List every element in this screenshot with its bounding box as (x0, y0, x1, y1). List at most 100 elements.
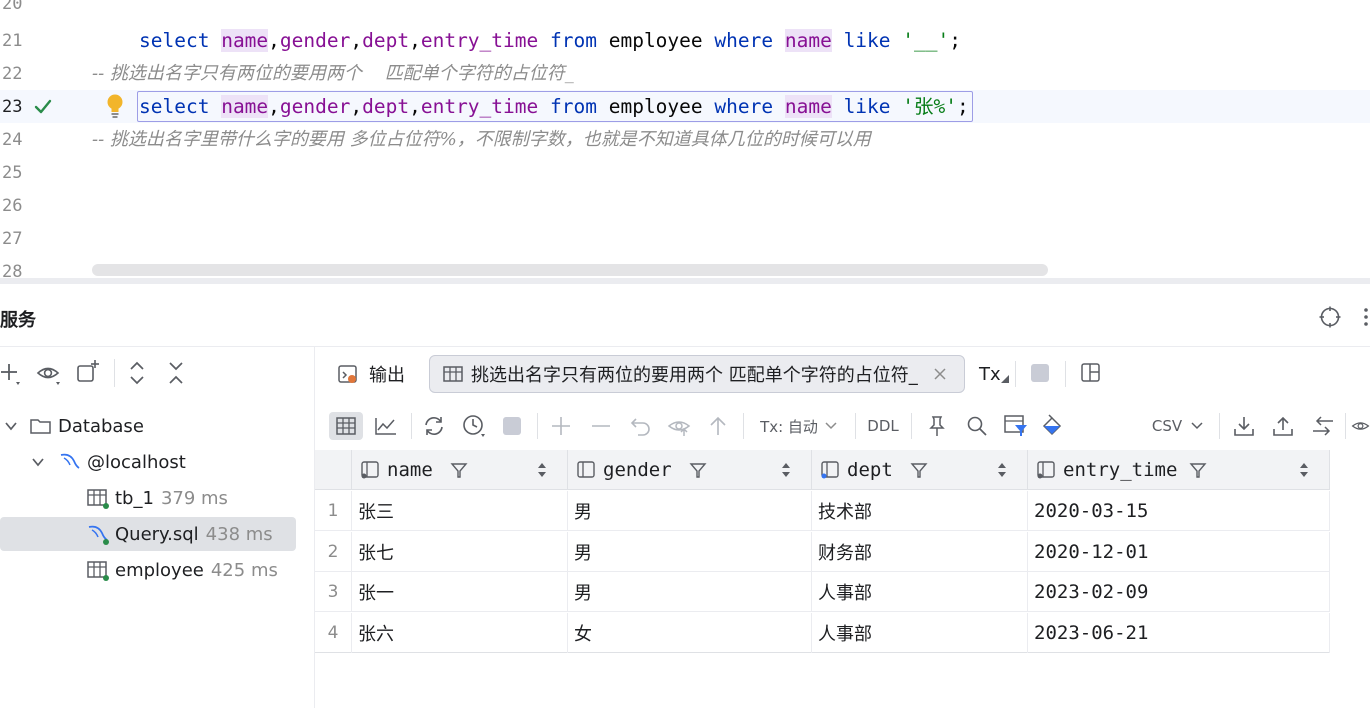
tree-node-database[interactable]: Database (0, 409, 144, 443)
cell-entry-time[interactable]: 2020-03-15 (1028, 491, 1330, 531)
tree-node-employee[interactable]: employee 425 ms (0, 553, 278, 587)
horizontal-scrollbar[interactable] (92, 264, 1048, 276)
row-number: 3 (315, 572, 352, 612)
comma: , (350, 29, 363, 52)
cell-gender[interactable]: 男 (568, 532, 812, 572)
table-row[interactable]: 4 张六 女 人事部 2023-06-21 (315, 613, 1330, 653)
cell-gender[interactable]: 男 (568, 491, 812, 531)
export-format-label: CSV (1151, 417, 1183, 435)
refresh-button[interactable] (419, 412, 449, 440)
column-header-gender[interactable]: gender (568, 450, 812, 490)
new-group-icon[interactable] (76, 359, 102, 385)
table-name: employee (608, 95, 703, 118)
revert-button[interactable] (627, 412, 655, 440)
cell-name[interactable]: 张三 (352, 491, 568, 531)
cell-gender[interactable]: 女 (568, 613, 812, 653)
code-line-24[interactable]: 24 -- 挑选出名字里带什么字的要用 多位占位符%，不限制字数，也就是不知道具… (0, 123, 1370, 156)
chevron-down-icon[interactable] (3, 418, 19, 434)
eye-icon[interactable] (36, 361, 62, 387)
sort-icon[interactable] (537, 462, 547, 478)
column-header-entry-time[interactable]: entry_time (1028, 450, 1330, 490)
cell-name[interactable]: 张一 (352, 572, 568, 612)
stop-icon[interactable] (1031, 364, 1049, 382)
filter-icon[interactable] (1189, 461, 1207, 479)
search-button[interactable] (963, 412, 991, 440)
tree-node-tb-1[interactable]: tb_1 379 ms (0, 481, 228, 515)
layout-icon[interactable] (1080, 362, 1102, 384)
format-button[interactable] (1039, 412, 1069, 440)
filter-icon[interactable] (450, 461, 468, 479)
cell-entry-time[interactable]: 2023-06-21 (1028, 613, 1330, 653)
sort-icon[interactable] (781, 462, 791, 478)
cell-entry-time[interactable]: 2023-02-09 (1028, 572, 1330, 612)
add-icon[interactable] (0, 361, 24, 387)
table-row[interactable]: 1 张三 男 技术部 2020-03-15 (315, 491, 1330, 531)
keyword-from: from (550, 95, 597, 118)
cell-dept[interactable]: 人事部 (812, 613, 1028, 653)
elapsed-time: 425 ms (210, 559, 278, 581)
chart-view-button[interactable] (371, 412, 401, 440)
table-row[interactable]: 3 张一 男 人事部 2023-02-09 (315, 572, 1330, 612)
code-line-22[interactable]: 22 -- 挑选出名字只有两位的要用两个 匹配单个字符的占位符_ (0, 57, 1370, 90)
compare-button[interactable] (1309, 412, 1337, 440)
filter-icon[interactable] (910, 461, 928, 479)
tree-label: tb_1 (115, 487, 154, 509)
locate-icon[interactable] (1319, 306, 1341, 328)
code-line-21[interactable]: 21 select name,gender,dept,entry_time fr… (0, 24, 1370, 57)
table-filter-icon (1004, 415, 1027, 436)
sql-editor[interactable]: 20 21 select name,gender,dept,entry_time… (0, 0, 1370, 280)
close-icon[interactable] (932, 366, 948, 382)
folder-icon (30, 419, 51, 434)
cell-dept[interactable]: 人事部 (812, 572, 1028, 612)
stop-button[interactable] (499, 412, 525, 440)
tx-mode-dropdown[interactable]: Tx: 自动 (755, 412, 843, 440)
column-header-dept[interactable]: dept (812, 450, 1028, 490)
delete-row-button[interactable] (587, 412, 615, 440)
table-view-button[interactable] (329, 412, 363, 440)
filter-button[interactable] (1001, 412, 1031, 440)
field-name: name (784, 95, 832, 118)
sql-statement-2[interactable]: select name,gender,dept,entry_time from … (139, 90, 969, 123)
field-gender: gender (279, 29, 351, 52)
more-options-icon[interactable] (1360, 306, 1370, 328)
chart-icon (375, 418, 396, 435)
ddl-button[interactable]: DDL (865, 412, 901, 440)
cell-dept[interactable]: 财务部 (812, 532, 1028, 572)
field-name: name (784, 29, 832, 52)
toolbar-separator (114, 359, 115, 387)
submit-button[interactable] (705, 412, 731, 440)
cell-name[interactable]: 张六 (352, 613, 568, 653)
upload-button[interactable] (1270, 412, 1296, 440)
sort-icon[interactable] (997, 462, 1007, 478)
export-format-dropdown[interactable]: CSV (1149, 412, 1207, 440)
collapse-all-icon[interactable] (163, 360, 189, 386)
table-row[interactable]: 2 张七 男 财务部 2020-12-01 (315, 532, 1330, 572)
tree-toolbar (0, 347, 314, 399)
chevron-down-icon[interactable] (30, 454, 46, 470)
compare-arrows-icon (1313, 416, 1333, 436)
preview-changes-button[interactable] (665, 412, 695, 440)
view-options-button[interactable] (1351, 412, 1370, 440)
cell-name[interactable]: 张七 (352, 532, 568, 572)
tree-node-localhost[interactable]: @localhost (0, 445, 186, 479)
tx-button[interactable]: Tx (979, 355, 1009, 393)
comma: , (409, 29, 421, 52)
code-line-23[interactable]: 23 select name,gender,dept,entry_time fr… (0, 90, 1370, 123)
pin-button[interactable] (923, 412, 951, 440)
column-header-name[interactable]: name (352, 450, 568, 490)
expand-all-icon[interactable] (124, 360, 150, 386)
field-gender: gender (279, 95, 351, 118)
tab-output[interactable]: 输出 (337, 355, 405, 393)
add-row-button[interactable] (547, 412, 575, 440)
cell-gender[interactable]: 男 (568, 572, 812, 612)
cell-dept[interactable]: 技术部 (812, 491, 1028, 531)
download-button[interactable] (1231, 412, 1257, 440)
cell-entry-time[interactable]: 2020-12-01 (1028, 532, 1330, 572)
filter-icon[interactable] (689, 461, 707, 479)
sort-icon[interactable] (1299, 462, 1309, 478)
tree-node-query-sql[interactable]: Query.sql 438 ms (0, 517, 296, 551)
tab-result[interactable]: 挑选出名字只有两位的要用两个 匹配单个字符的占位符_ (429, 355, 965, 393)
sql-statement-1[interactable]: select name,gender,dept,entry_time from … (139, 24, 961, 57)
lightbulb-icon[interactable] (104, 93, 126, 119)
history-button[interactable] (459, 412, 489, 440)
